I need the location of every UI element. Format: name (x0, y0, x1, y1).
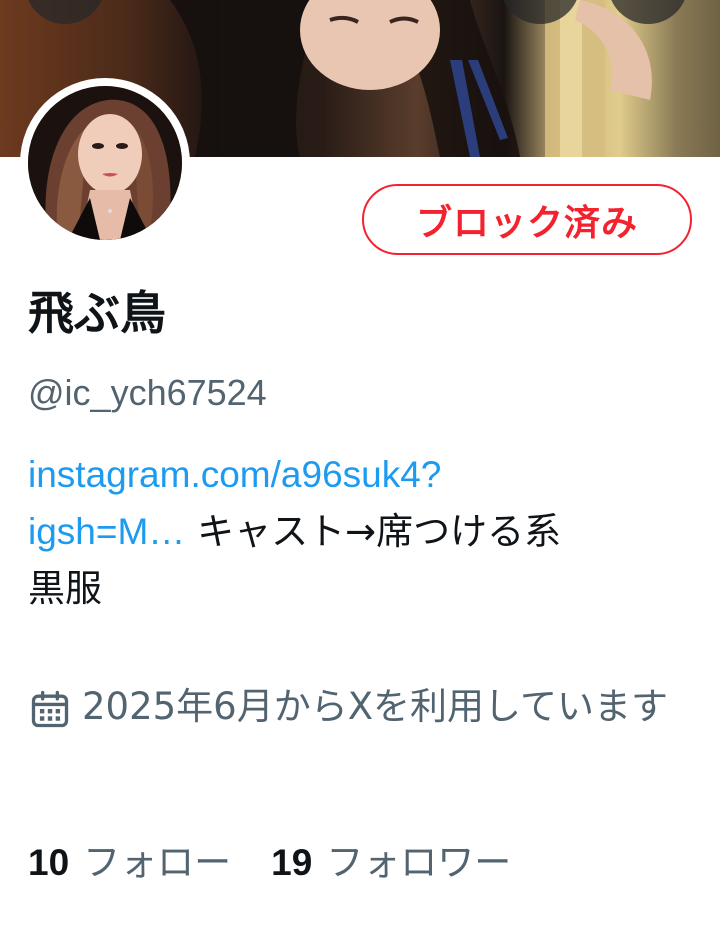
joined-date-text: 2025年6月からXを利用しています (82, 685, 668, 728)
user-handle: @ic_ych67524 (28, 372, 267, 413)
following-label: フォロー (83, 841, 232, 884)
followers-link[interactable]: 19 フォロワー (271, 832, 511, 886)
avatar[interactable] (28, 86, 182, 240)
followers-label: フォロワー (326, 841, 512, 884)
blocked-button[interactable]: ブロック済み (362, 184, 692, 255)
profile-bio: instagram.com/a96suk4? igsh=M… キャスト→席つける系… (28, 446, 698, 617)
bio-text: キャスト→席つける系 (197, 510, 562, 553)
bio-text-line3: 黒服 (28, 567, 102, 610)
avatar-image (28, 86, 182, 240)
display-name: 飛ぶ鳥 (28, 286, 166, 340)
following-count: 10 (28, 842, 70, 883)
avatar-border (20, 78, 190, 248)
followers-count: 19 (271, 842, 313, 883)
calendar-icon (31, 690, 69, 727)
following-link[interactable]: 10 フォロー (28, 832, 231, 886)
bio-link-line2: igsh=M… (28, 511, 186, 552)
joined-date-row: 2025年6月からXを利用しています (28, 676, 688, 737)
bio-link-line1: instagram.com/a96suk4? (28, 454, 442, 495)
follow-stats: 10 フォロー 19 フォロワー (28, 832, 511, 886)
blocked-button-label: ブロック済み (415, 202, 638, 244)
